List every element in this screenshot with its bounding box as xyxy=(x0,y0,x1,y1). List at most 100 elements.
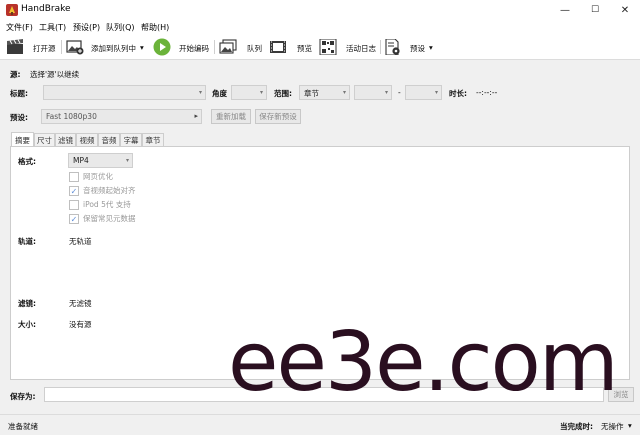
web-optimized-label: 网页优化 xyxy=(83,172,113,181)
format-value: MP4 xyxy=(73,156,89,165)
add-to-queue-dropdown-icon[interactable]: ▾ xyxy=(140,43,144,52)
range-type-value: 章节 xyxy=(304,89,319,98)
handbrake-logo-icon xyxy=(6,4,18,16)
range-label: 范围: xyxy=(274,89,292,98)
when-done-value: 无操作 xyxy=(601,422,624,431)
align-av-option[interactable]: ✓ 音视频起始对齐 xyxy=(69,185,136,196)
menu-bar: 文件(F) 工具(T) 预设(P) 队列(Q) 帮助(H) xyxy=(0,20,640,34)
menu-file[interactable]: 文件(F) xyxy=(6,22,33,33)
window-title: HandBrake xyxy=(21,4,71,14)
source-label: 源: xyxy=(10,70,21,79)
title-label: 标题: xyxy=(10,89,28,98)
queue-button[interactable]: 队列 xyxy=(218,34,264,60)
tab-video[interactable]: 视频 xyxy=(76,133,98,147)
title-select[interactable]: ▾ xyxy=(43,85,206,100)
filters-value: 无滤镜 xyxy=(69,299,92,308)
toolbar-separator xyxy=(380,40,381,54)
chevron-down-icon: ▾ xyxy=(628,421,632,430)
close-button[interactable]: ✕ xyxy=(610,0,640,20)
chevron-down-icon: ▾ xyxy=(434,89,438,96)
film-clapper-icon xyxy=(7,39,23,54)
range-dash: - xyxy=(398,88,401,97)
toolbar-separator xyxy=(61,40,62,54)
watermark: ee3e.com xyxy=(228,315,619,410)
preset-value: Fast 1080p30 xyxy=(46,112,97,121)
ipod-support-checkbox[interactable] xyxy=(69,199,79,210)
chevron-down-icon: ▾ xyxy=(342,89,346,96)
activity-log-button[interactable]: 活动日志 xyxy=(318,34,380,60)
chevron-down-icon: ▾ xyxy=(259,89,263,96)
size-label: 大小: xyxy=(18,320,36,329)
toolbar-separator xyxy=(214,40,215,54)
range-start-select[interactable]: ▾ xyxy=(354,85,392,100)
tab-subtitles[interactable]: 字幕 xyxy=(120,133,142,147)
keep-metadata-checkbox[interactable]: ✓ xyxy=(69,213,79,224)
format-select[interactable]: MP4 ▾ xyxy=(68,153,133,168)
tracks-label: 轨道: xyxy=(18,237,36,246)
save-as-label: 保存为: xyxy=(10,392,36,401)
web-optimized-checkbox[interactable] xyxy=(69,171,79,182)
toolbar: 打开源 添加到队列中 ▾ 开始编码 队列 预览 活动日志 预设 ▾ xyxy=(0,34,640,60)
status-text: 准备就绪 xyxy=(8,422,38,431)
preset-selector[interactable]: Fast 1080p30 ▸ xyxy=(41,109,202,124)
align-av-label: 音视频起始对齐 xyxy=(83,186,136,195)
presets-button[interactable]: 预设 ▾ xyxy=(383,34,439,60)
tab-dimensions[interactable]: 尺寸 xyxy=(34,133,55,147)
activity-log-label: 活动日志 xyxy=(346,44,376,53)
tab-audio[interactable]: 音频 xyxy=(98,133,120,147)
keep-metadata-option[interactable]: ✓ 保留常见元数据 xyxy=(69,213,136,224)
source-value: 选择'源'以继续 xyxy=(30,70,80,79)
presets-label: 预设 xyxy=(410,44,425,53)
keep-metadata-label: 保留常见元数据 xyxy=(83,214,136,223)
play-icon xyxy=(153,38,171,56)
format-label: 格式: xyxy=(18,157,36,166)
presets-dropdown-icon[interactable]: ▾ xyxy=(429,43,433,52)
preview-button[interactable]: 预览 xyxy=(268,34,316,60)
size-value: 没有源 xyxy=(69,320,92,329)
range-type-select[interactable]: 章节 ▾ xyxy=(299,85,350,100)
align-av-checkbox[interactable]: ✓ xyxy=(69,185,79,196)
preset-label: 预设: xyxy=(10,113,28,122)
queue-label: 队列 xyxy=(247,44,262,53)
document-gear-icon xyxy=(385,39,400,55)
status-bar: 准备就绪 当完成时: 无操作 ▾ xyxy=(0,414,640,435)
tracks-value: 无轨道 xyxy=(69,237,92,246)
menu-queue[interactable]: 队列(Q) xyxy=(106,22,135,33)
open-source-label: 打开源 xyxy=(33,44,56,53)
angle-label: 角度 xyxy=(212,89,227,98)
menu-help[interactable]: 帮助(H) xyxy=(141,22,169,33)
when-done-label: 当完成时: xyxy=(560,422,593,431)
title-bar: HandBrake — ☐ ✕ xyxy=(0,0,640,20)
reload-preset-button[interactable]: 重新加载 xyxy=(211,109,251,124)
range-end-select[interactable]: ▾ xyxy=(405,85,442,100)
duration-value: --:--:-- xyxy=(476,88,498,97)
tab-chapters[interactable]: 章节 xyxy=(142,133,164,147)
start-encode-label: 开始编码 xyxy=(179,44,209,53)
add-to-queue-button[interactable]: 添加到队列中 ▾ xyxy=(64,34,150,60)
when-done-select[interactable]: 无操作 ▾ xyxy=(600,418,636,432)
ipod-support-option[interactable]: iPod 5代 支持 xyxy=(69,199,131,210)
web-optimized-option[interactable]: 网页优化 xyxy=(69,171,113,182)
qr-code-icon xyxy=(319,39,337,55)
chevron-right-icon: ▸ xyxy=(194,112,198,120)
duration-label: 时长: xyxy=(449,89,467,98)
add-to-queue-label: 添加到队列中 xyxy=(91,44,136,53)
chevron-down-icon: ▾ xyxy=(384,89,388,96)
angle-select[interactable]: ▾ xyxy=(231,85,267,100)
chevron-down-icon: ▾ xyxy=(125,157,129,164)
filters-label: 滤镜: xyxy=(18,299,36,308)
minimize-button[interactable]: — xyxy=(550,0,580,20)
menu-presets[interactable]: 预设(P) xyxy=(73,22,100,33)
open-source-button[interactable]: 打开源 xyxy=(4,34,58,60)
add-image-icon xyxy=(66,40,84,55)
stacked-images-icon xyxy=(219,39,237,54)
start-encode-button[interactable]: 开始编码 xyxy=(152,34,212,60)
maximize-button[interactable]: ☐ xyxy=(580,0,610,20)
ipod-support-label: iPod 5代 支持 xyxy=(83,200,131,209)
menu-tools[interactable]: 工具(T) xyxy=(39,22,66,33)
save-new-preset-button[interactable]: 保存新预设 xyxy=(255,109,301,124)
film-strip-icon xyxy=(270,41,286,53)
tab-summary[interactable]: 摘要 xyxy=(11,132,34,147)
chevron-down-icon: ▾ xyxy=(198,89,202,96)
tab-filters[interactable]: 滤镜 xyxy=(55,133,76,147)
